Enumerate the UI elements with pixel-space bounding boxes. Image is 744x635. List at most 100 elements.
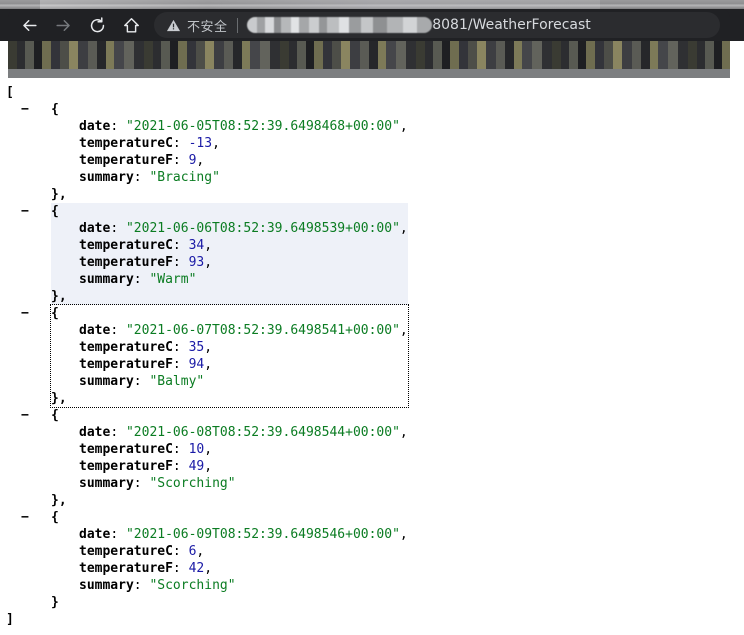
json-pair-temperatureF: temperatureF: 42,	[51, 560, 408, 577]
value-temperatureF: 94	[189, 357, 205, 372]
json-object[interactable]: { date: "2021-06-06T08:52:39.6498539+00:…	[51, 203, 408, 305]
address-bar[interactable]: 不安全 :8081/WeatherForecast	[154, 12, 720, 38]
json-object-row: − { date: "2021-06-08T08:52:39.6498544+0…	[6, 407, 744, 509]
collapse-toggle-icon[interactable]: −	[21, 509, 31, 526]
json-pair-temperatureC: temperatureC: 10,	[51, 441, 408, 458]
key-summary: summary	[79, 476, 134, 491]
forward-button[interactable]	[52, 14, 74, 36]
pair-comma: ,	[204, 442, 212, 457]
toolbar-inner: 不安全 :8081/WeatherForecast	[8, 9, 730, 41]
pair-comma: ,	[204, 255, 212, 270]
value-temperatureC: 35	[189, 340, 205, 355]
value-summary: "Scorching"	[149, 476, 235, 491]
key-temperatureC: temperatureC	[79, 544, 173, 559]
pair-colon: :	[110, 323, 126, 338]
value-summary: "Bracing"	[149, 170, 219, 185]
json-object-row: − { date: "2021-06-05T08:52:39.6498468+0…	[6, 101, 744, 203]
bookmarks-bar[interactable]	[8, 41, 730, 69]
pair-comma: ,	[204, 238, 212, 253]
home-button[interactable]	[120, 14, 142, 36]
pair-comma: ,	[196, 153, 204, 168]
pair-colon: :	[173, 459, 189, 474]
json-object[interactable]: { date: "2021-06-07T08:52:39.6498541+00:…	[51, 305, 408, 407]
key-summary: summary	[79, 272, 134, 287]
back-arrow-icon	[20, 16, 39, 35]
tab-strip-edge	[0, 0, 744, 9]
value-summary: "Warm"	[149, 272, 196, 287]
key-date: date	[79, 425, 110, 440]
pair-colon: :	[173, 238, 189, 253]
key-date: date	[79, 119, 110, 134]
value-date: "2021-06-07T08:52:39.6498541+00:00"	[126, 323, 400, 338]
collapse-toggle-icon[interactable]: −	[21, 203, 31, 220]
json-pair-summary: summary: "Scorching"	[51, 577, 408, 594]
json-pair-date: date: "2021-06-07T08:52:39.6498541+00:00…	[51, 322, 408, 339]
value-date: "2021-06-08T08:52:39.6498544+00:00"	[126, 425, 400, 440]
json-pair-temperatureF: temperatureF: 9,	[51, 152, 408, 169]
json-pair-summary: summary: "Balmy"	[51, 373, 408, 390]
pair-comma: ,	[204, 357, 212, 372]
back-button[interactable]	[18, 14, 40, 36]
warning-triangle-icon	[166, 18, 181, 33]
value-date: "2021-06-09T08:52:39.6498546+00:00"	[126, 527, 400, 542]
pair-comma: ,	[400, 323, 408, 338]
pair-comma: ,	[400, 527, 408, 542]
pair-colon: :	[173, 442, 189, 457]
json-object-row: − { date: "2021-06-06T08:52:39.6498539+0…	[6, 203, 744, 305]
array-open-bracket: [	[6, 84, 744, 101]
value-summary: "Balmy"	[149, 374, 204, 389]
key-date: date	[79, 221, 110, 236]
pair-comma: ,	[196, 544, 204, 559]
key-date: date	[79, 527, 110, 542]
key-temperatureC: temperatureC	[79, 238, 173, 253]
pair-colon: :	[134, 170, 150, 185]
security-status-label: 不安全	[187, 16, 228, 35]
pair-colon: :	[134, 272, 150, 287]
json-pair-summary: summary: "Bracing"	[51, 169, 408, 186]
key-temperatureF: temperatureF	[79, 153, 173, 168]
collapse-toggle-icon[interactable]: −	[21, 305, 31, 322]
pair-colon: :	[173, 561, 189, 576]
collapse-toggle-icon[interactable]: −	[21, 101, 31, 118]
json-pair-temperatureC: temperatureC: 34,	[51, 237, 408, 254]
json-pair-temperatureC: temperatureC: 6,	[51, 543, 408, 560]
pair-comma: ,	[400, 119, 408, 134]
pair-comma: ,	[212, 136, 220, 151]
json-viewer: [ − { date: "2021-06-05T08:52:39.6498468…	[0, 78, 744, 635]
json-pair-date: date: "2021-06-09T08:52:39.6498546+00:00…	[51, 526, 408, 543]
json-object-row: − { date: "2021-06-07T08:52:39.6498541+0…	[6, 305, 744, 407]
json-pair-summary: summary: "Scorching"	[51, 475, 408, 492]
json-object[interactable]: { date: "2021-06-05T08:52:39.6498468+00:…	[51, 101, 408, 203]
object-open-brace: {	[51, 306, 59, 321]
json-pair-temperatureF: temperatureF: 49,	[51, 458, 408, 475]
value-temperatureC: -13	[189, 136, 212, 151]
value-temperatureF: 49	[189, 459, 205, 474]
pair-colon: :	[110, 119, 126, 134]
key-summary: summary	[79, 170, 134, 185]
key-temperatureC: temperatureC	[79, 442, 173, 457]
forward-arrow-icon	[54, 16, 73, 35]
value-temperatureC: 34	[189, 238, 205, 253]
object-close-brace: },	[51, 493, 67, 508]
reload-button[interactable]	[86, 14, 108, 36]
value-temperatureF: 93	[189, 255, 205, 270]
array-close-bracket: ]	[6, 611, 744, 628]
key-date: date	[79, 323, 110, 338]
pair-comma: ,	[400, 425, 408, 440]
json-object[interactable]: { date: "2021-06-09T08:52:39.6498546+00:…	[51, 509, 408, 611]
pair-colon: :	[173, 255, 189, 270]
url-path-text: :8081/WeatherForecast	[428, 17, 591, 33]
pair-comma: ,	[204, 340, 212, 355]
pair-colon: :	[173, 357, 189, 372]
json-pair-summary: summary: "Warm"	[51, 271, 408, 288]
object-close-brace: }	[51, 595, 59, 610]
json-pair-date: date: "2021-06-06T08:52:39.6498539+00:00…	[51, 220, 408, 237]
json-object[interactable]: { date: "2021-06-08T08:52:39.6498544+00:…	[51, 407, 408, 509]
json-root: [ − { date: "2021-06-05T08:52:39.6498468…	[0, 78, 744, 628]
value-temperatureC: 10	[189, 442, 205, 457]
json-pair-date: date: "2021-06-05T08:52:39.6498468+00:00…	[51, 118, 408, 135]
collapse-toggle-icon[interactable]: −	[21, 407, 31, 424]
json-pair-temperatureF: temperatureF: 94,	[51, 356, 408, 373]
bookmarks-redacted	[8, 41, 730, 69]
object-open-brace: {	[51, 204, 59, 219]
